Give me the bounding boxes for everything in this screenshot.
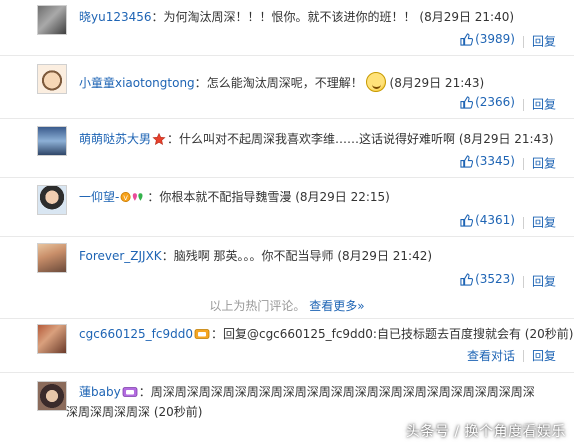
reply-link[interactable]: 回复 — [532, 349, 556, 363]
thumb-up-icon — [460, 272, 474, 286]
comment-username[interactable]: Forever_ZJJXK — [79, 249, 162, 263]
like-count: (3345) — [475, 154, 515, 168]
comment-text: 什么叫对不起周深我喜欢李维……这话说得好难听啊 — [179, 132, 456, 146]
avatar[interactable] — [37, 5, 67, 35]
comment-separator: ： — [147, 190, 160, 204]
comment-time: (8月29日 21:43) — [458, 132, 554, 146]
comment-separator: ： — [151, 10, 164, 24]
comment-separator: ： — [167, 132, 180, 146]
action-separator — [522, 275, 524, 288]
comment-username[interactable]: 小童童xiaotongtong — [79, 76, 195, 90]
svg-text:V: V — [124, 194, 129, 202]
comment-time: (8月29日 21:43) — [389, 76, 485, 90]
comment-username[interactable]: 萌萌哒苏大男 — [79, 132, 151, 146]
like-count: (3523) — [475, 272, 515, 286]
comment-username[interactable]: 晓yu123456 — [79, 10, 152, 24]
reply-link[interactable]: 回复 — [532, 98, 556, 112]
comment-separator: ： — [210, 327, 223, 341]
like-count: (4361) — [475, 213, 515, 227]
avatar[interactable] — [37, 324, 67, 354]
vip-badge-icon — [194, 329, 210, 339]
comment-time: (8月29日 21:40) — [419, 10, 515, 24]
like-button[interactable]: (3989) — [460, 31, 515, 47]
action-separator — [522, 35, 524, 48]
reply-link[interactable]: 回复 — [532, 157, 556, 171]
comment-time: (8月29日 22:15) — [295, 190, 390, 204]
action-separator — [522, 216, 524, 229]
comment-time: (8月29日 21:42) — [337, 249, 433, 263]
comment-separator: ： — [138, 385, 151, 399]
see-more-link[interactable]: 查看更多» — [309, 299, 364, 313]
like-button[interactable]: (4361) — [460, 212, 515, 228]
thumb-up-icon — [460, 95, 474, 109]
action-separator — [522, 98, 524, 111]
comment-text-continued: 深周深周深周深 — [66, 405, 151, 419]
divider — [0, 177, 574, 178]
star-medal-icon — [152, 133, 166, 145]
comment-text: 回复@cgc660125_fc9dd0:自已技标题去百度搜就会有 — [222, 327, 521, 341]
avatar[interactable] — [37, 243, 67, 273]
like-count: (2366) — [475, 95, 515, 109]
comment-text: 你根本就不配指导魏雪漫 — [159, 190, 292, 204]
avatar[interactable] — [37, 64, 67, 94]
comment-separator: ： — [194, 76, 207, 90]
comment-time: (20秒前) — [153, 405, 203, 419]
watermark: 头条号 / 换个角度看娱乐 — [405, 424, 566, 440]
reply-link[interactable]: 回复 — [532, 216, 556, 230]
comment-text: 为何淘汰周深！！！恨你。就不该进你的班！！ — [163, 10, 416, 24]
comment-username[interactable]: cgc660125_fc9dd0 — [79, 327, 193, 341]
like-button[interactable]: (3345) — [460, 153, 515, 169]
divider — [0, 372, 574, 373]
comment-username[interactable]: 一仰望- — [79, 190, 119, 204]
thumb-up-icon — [460, 154, 474, 168]
divider — [0, 55, 574, 56]
thumb-up-icon — [460, 32, 474, 46]
action-separator — [522, 157, 524, 170]
avatar[interactable] — [37, 185, 67, 215]
divider — [0, 236, 574, 237]
divider — [0, 318, 574, 319]
view-conversation-link[interactable]: 查看对话 — [467, 349, 515, 363]
comment-text: 周深周深周深周深周深周深周深周深周深周深周深周深周深周深周深周深 — [150, 385, 535, 399]
comment-text: 脑残啊 那英。。。你不配当导师 — [173, 249, 334, 263]
action-separator — [522, 350, 524, 362]
hot-comments-footer: 以上为热门评论。 查看更多» — [0, 298, 574, 314]
reply-link[interactable]: 回复 — [532, 275, 556, 289]
like-button[interactable]: (2366) — [460, 94, 515, 110]
like-count: (3989) — [475, 32, 515, 46]
comment-separator: ： — [161, 249, 174, 263]
vip-badge-icon: V — [120, 191, 143, 203]
comment-text: 怎么能淘汰周深呢，不理解！ — [206, 76, 363, 90]
comment-time: (20秒前) — [524, 327, 574, 341]
hot-comments-tip: 以上为热门评论。 — [209, 299, 306, 313]
vip-badge-icon — [122, 387, 138, 397]
avatar[interactable] — [37, 126, 67, 156]
divider — [0, 118, 574, 119]
avatar[interactable] — [37, 381, 67, 411]
comment-username[interactable]: 蓮baby — [79, 385, 121, 399]
thumb-up-icon — [460, 213, 474, 227]
like-button[interactable]: (3523) — [460, 271, 515, 287]
confused-face-emoji-icon — [365, 72, 386, 92]
reply-link[interactable]: 回复 — [532, 35, 556, 49]
